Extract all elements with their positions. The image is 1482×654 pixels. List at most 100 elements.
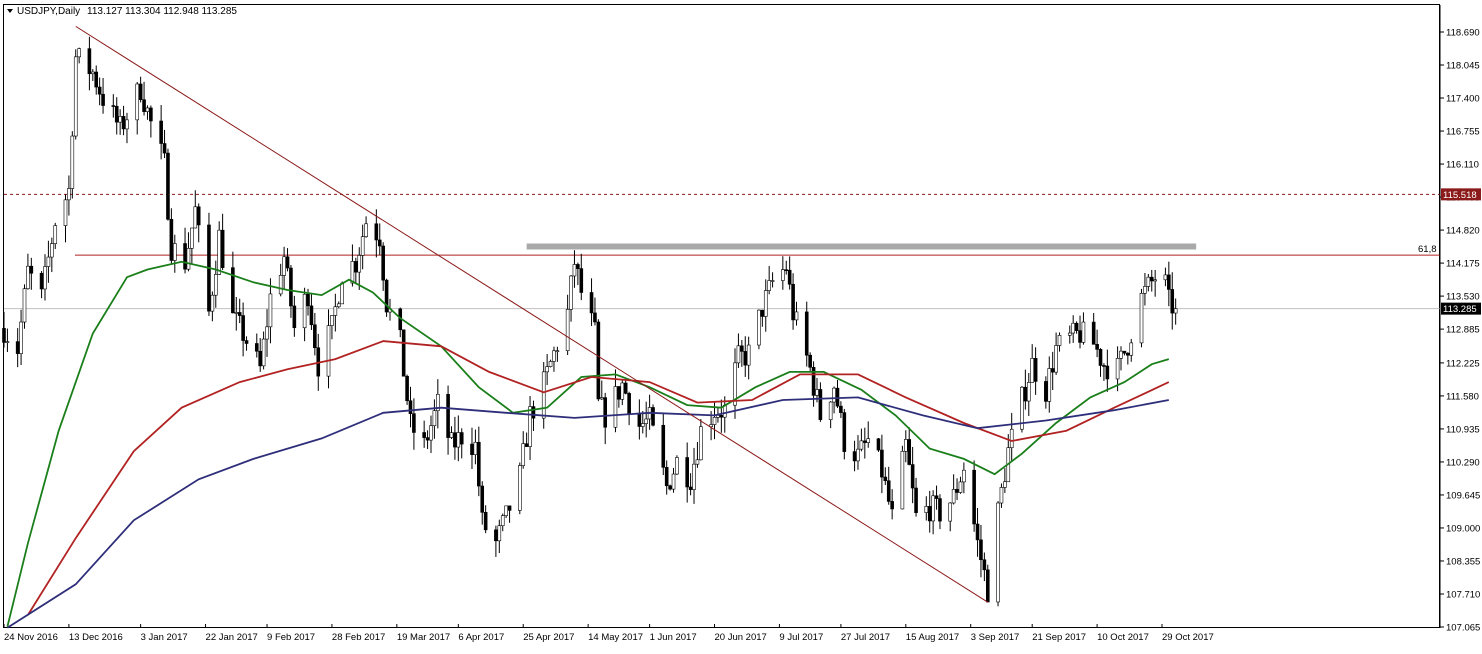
candle-body [863,440,867,443]
x-tick-label: 6 Apr 2017 [458,632,504,643]
candle-body [459,432,464,445]
x-tick-label: 14 May 2017 [588,632,643,643]
candle-body [67,188,71,201]
candle-body [101,93,105,106]
candle-body [162,143,167,154]
candle-body [794,311,799,321]
candle-body [302,293,307,329]
candle-body [839,405,843,413]
candle-body [159,120,163,144]
candle-body [1170,289,1175,314]
candle-body [1146,276,1151,287]
candle-body [979,539,983,561]
candle-body [258,350,262,367]
price-label: 113.285 [1443,304,1477,315]
x-tick-label: 20 Jun 2017 [715,632,767,643]
candle-body [593,312,597,323]
candle-body [292,305,297,329]
fibo-label: 61,8 [1418,244,1437,255]
chart-svg: 118.690118.045117.400116.755116.110115.4… [0,0,1482,649]
y-tick-label: 110.290 [1446,457,1480,468]
candle-body [94,71,99,88]
candle-body [1095,344,1099,350]
candle-body [1119,350,1123,359]
x-tick-label: 28 Feb 2017 [332,632,385,643]
y-tick-label: 110.935 [1446,424,1480,435]
y-tick-label: 118.690 [1446,28,1480,39]
candle-body [1129,342,1134,356]
x-tick-label: 27 Jul 2017 [841,632,890,643]
candle-body [507,505,512,511]
candle-body [596,321,601,400]
candle-body [890,501,894,510]
candle-body [1030,358,1034,383]
candle-body [5,341,10,343]
candle-body [808,354,812,368]
candle-body [907,439,912,465]
candle-body [432,410,437,427]
candle-body [818,389,823,420]
candle-body [278,275,283,295]
candle-body [453,432,457,448]
candle-body [955,489,959,493]
candle-body [473,441,478,455]
candle-body [504,505,508,516]
candle-body [26,265,30,290]
ohlc-values: 113.127 113.304 112.948 113.285 [87,6,237,17]
candle-body [1009,428,1014,448]
candle-body [87,48,92,75]
candle-body [692,463,696,490]
candle-body [740,345,744,352]
candle-body [746,344,751,366]
candle-body [289,267,293,307]
candle-body [111,105,116,107]
candle-body [186,247,191,270]
candle-body [220,229,225,268]
candle-body [572,264,577,277]
candle-body [904,439,908,452]
y-tick-label: 112.885 [1446,325,1480,336]
y-tick-label: 109.000 [1446,523,1480,534]
candle-body [695,459,700,465]
candle-body [671,473,676,490]
candle-body [121,116,126,130]
candle-body [589,292,594,314]
candle-body [770,280,775,282]
candle-body [852,451,857,462]
candle-body [425,437,430,441]
y-tick-label: 117.400 [1446,94,1480,105]
x-tick-label: 9 Feb 2017 [267,632,315,643]
candle-body [972,469,976,525]
candle-body [422,432,426,438]
candle-body [521,443,526,466]
candle-body [494,529,498,542]
x-tick-label: 25 Apr 2017 [523,632,574,643]
candle-body [883,476,888,482]
candle-body [712,417,717,425]
candle-body [781,269,785,281]
y-tick-label: 109.645 [1446,490,1480,501]
candle-body [330,315,334,326]
y-tick-label: 112.225 [1446,358,1480,369]
candle-body [651,407,655,426]
candle-body [1098,349,1103,366]
candle-body [924,506,929,513]
candle-body [172,243,177,261]
candle-body [306,293,310,307]
candle-body [193,206,198,229]
candle-body [910,464,915,489]
candle-body [166,152,170,220]
candle-body [497,525,502,542]
candle-body [213,274,218,296]
candle-body [53,225,58,244]
candle-body [381,245,385,281]
x-tick-label: 21 Sep 2017 [1032,632,1086,643]
candle-body [832,387,836,403]
y-tick-label: 116.755 [1446,127,1480,138]
candle-body [757,309,761,346]
x-tick-label: 10 Oct 2017 [1097,632,1149,643]
candle-body [787,269,792,285]
candle-body [149,107,153,122]
candle-body [190,227,194,249]
candle-body [470,443,474,455]
